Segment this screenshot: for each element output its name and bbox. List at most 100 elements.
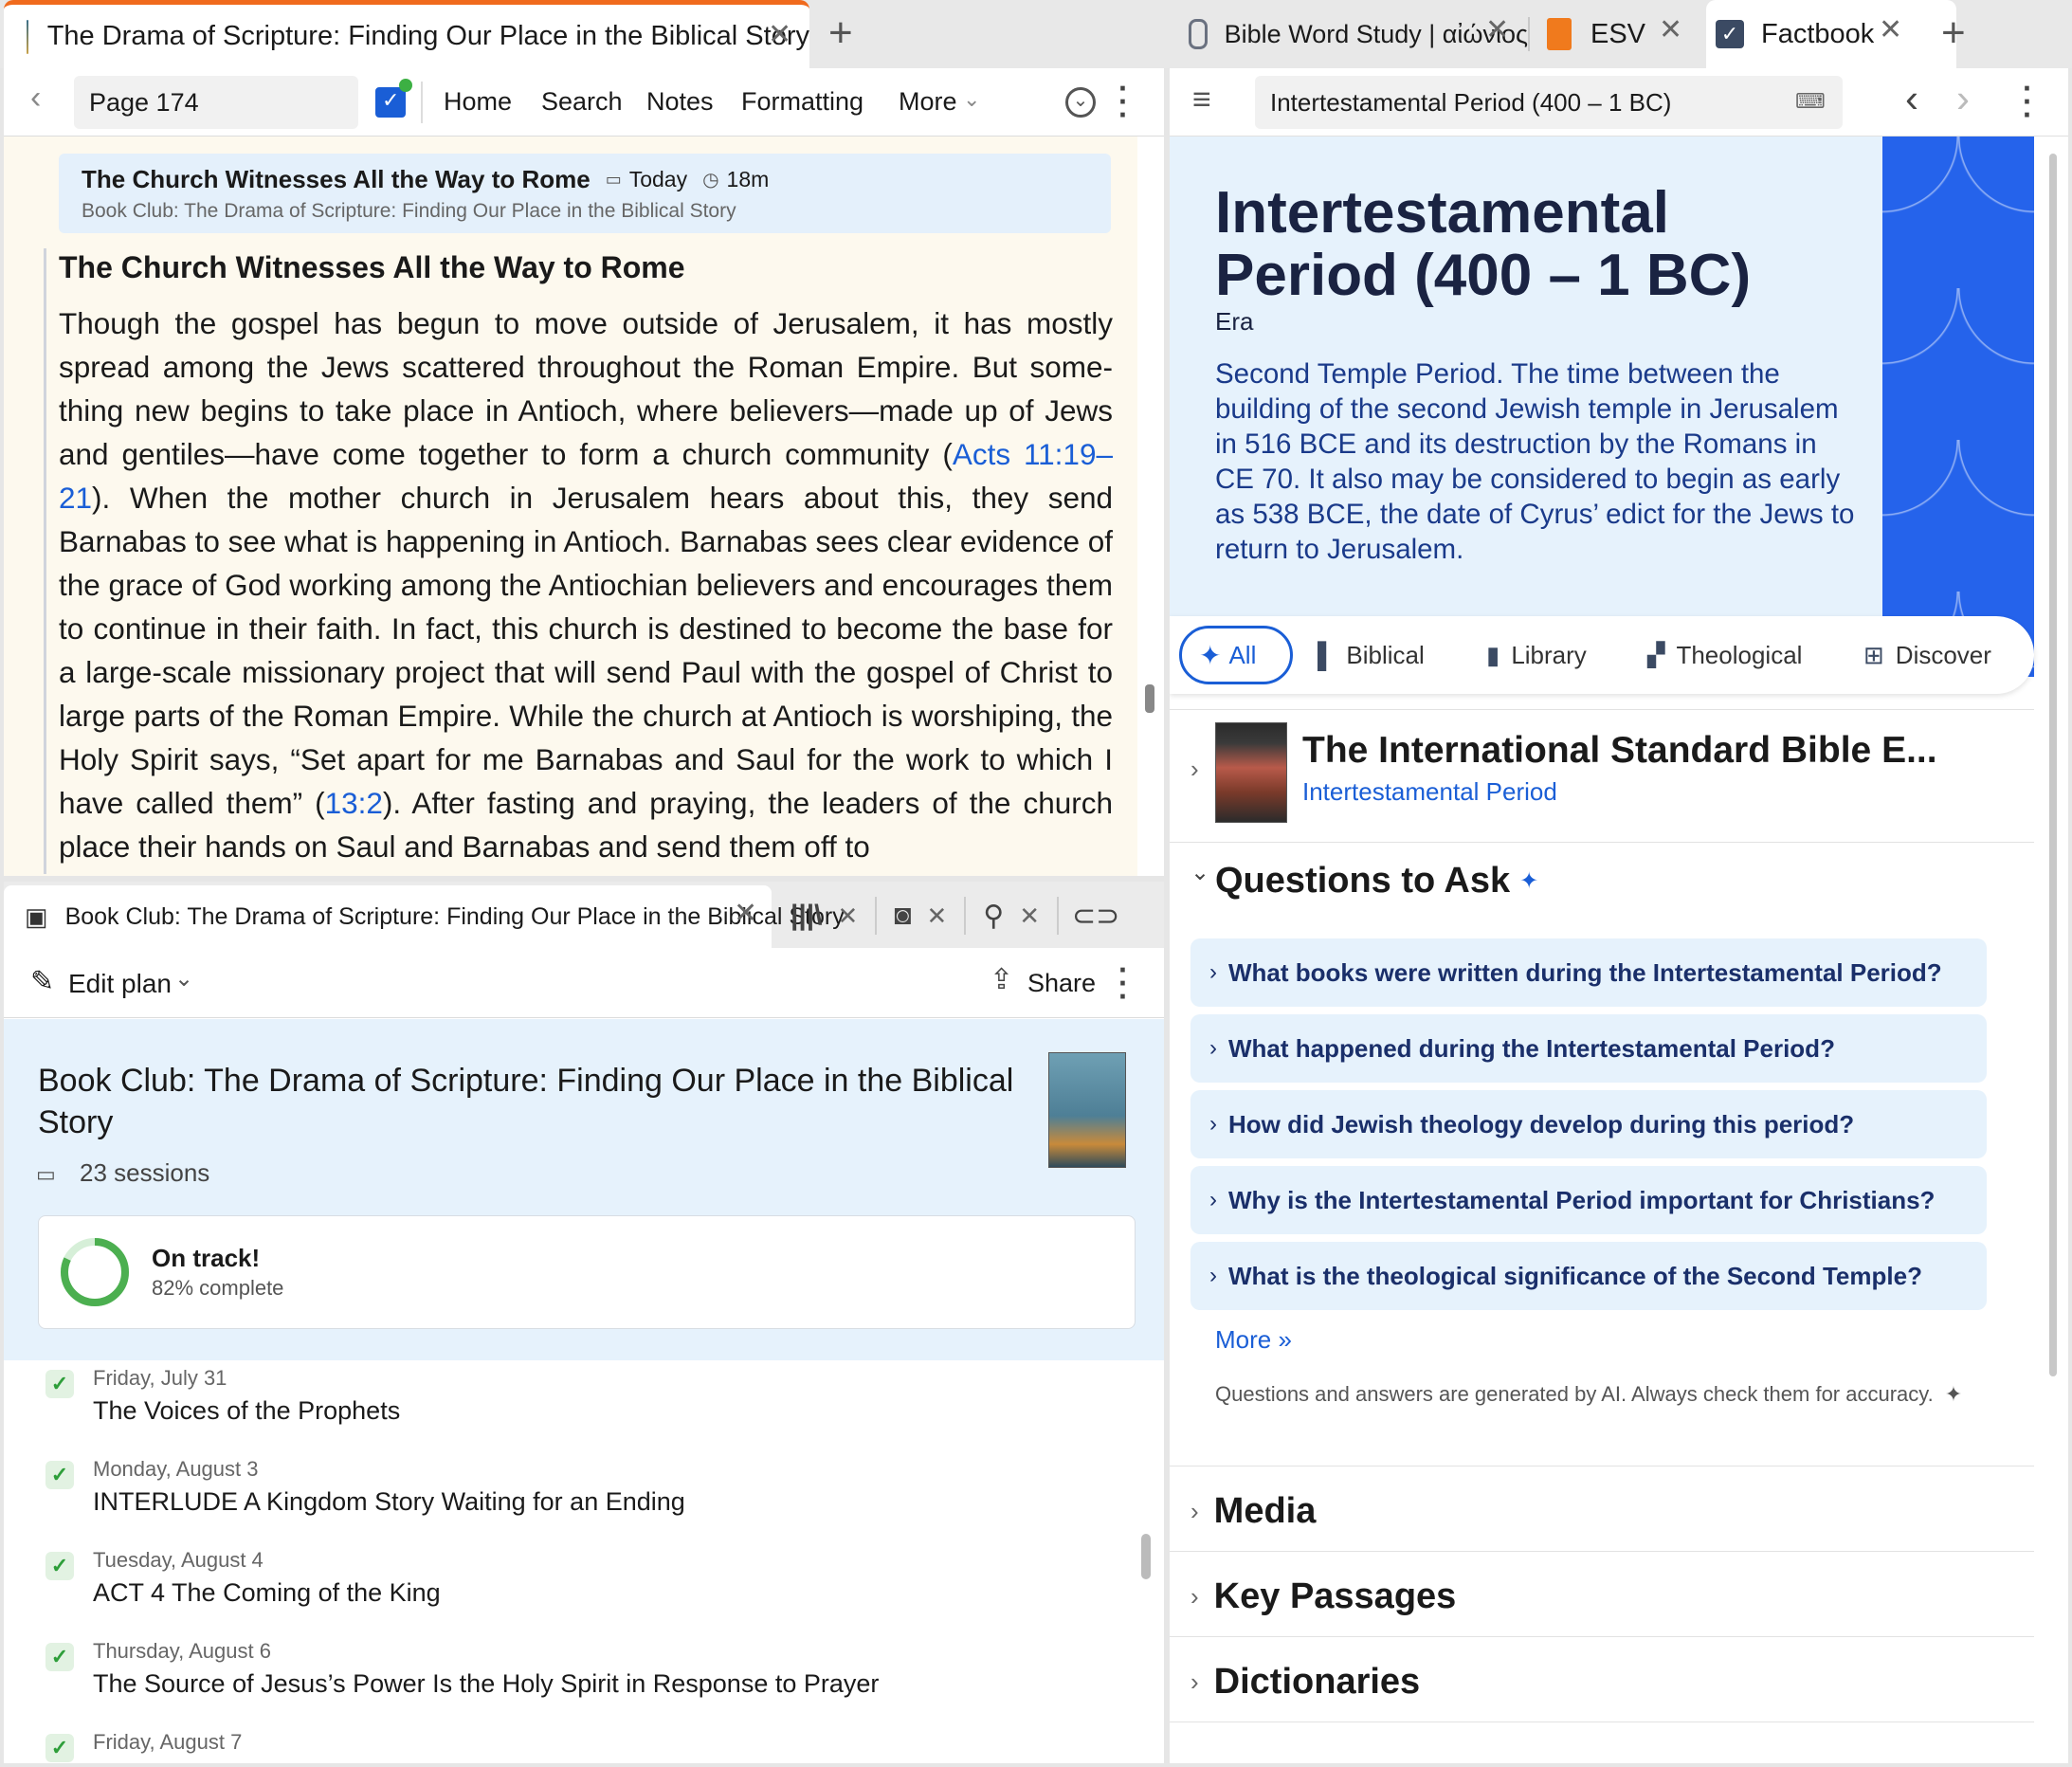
library-icon[interactable]: |||\ [791,900,823,932]
question-item[interactable]: › What is the theological significance o… [1190,1242,1987,1310]
tab-factbook[interactable]: ✓ Factbook ✕ [1706,0,1956,68]
more-link[interactable]: More » [1215,1325,1292,1355]
book-cover-icon [27,19,28,54]
text-margin-line [44,248,46,874]
plan-toolbar: ✎ Edit plan ⌄ ⇪ Share · · · [4,948,1164,1018]
question-item[interactable]: › What happened during the Intertestamen… [1190,1014,1987,1083]
overflow-tabs-icon[interactable]: ⊂⊃ [1072,900,1119,933]
plan-sessions: 23 sessions [80,1158,210,1187]
reader-pane: ‹ Page 174 ✓ Home Search Notes Formattin… [4,68,1164,876]
reader-text: Though the gospel has begun to move outs… [59,301,1113,868]
filter-all[interactable]: ✦ All [1179,626,1293,684]
close-icon[interactable]: ✕ [926,902,947,931]
tab-esv[interactable]: ESV ✕ [1530,0,1700,68]
share-icon: ⇪ [990,964,1014,995]
questions-heading[interactable]: Questions to Ask ✦ [1215,861,1538,902]
word-study-icon [1189,19,1208,49]
checkmark-icon: ✓ [45,1643,74,1671]
scripture-link[interactable]: 13:2 [325,786,383,820]
new-tab-button[interactable]: + [1941,9,1966,57]
hamburger-menu-icon[interactable]: ≡ [1192,82,1211,118]
menu-search[interactable]: Search [541,87,623,117]
back-arrow-icon[interactable]: ‹ [1905,76,1918,121]
keyboard-icon[interactable]: ⌨ [1795,89,1826,114]
tab-drama-of-scripture[interactable]: The Drama of Scripture: Finding Our Plac… [4,0,809,68]
share-button[interactable]: Share [1027,969,1096,998]
menu-notes[interactable]: Notes [646,87,714,117]
question-item[interactable]: › How did Jewish theology develop during… [1190,1090,1987,1158]
close-icon[interactable]: ✕ [838,902,859,931]
back-arrow-icon[interactable]: ‹ [30,80,41,117]
sparkle-icon: ✦ [1519,868,1539,894]
filter-theological[interactable]: ▞ Theological [1647,641,1802,670]
tab-bible-word-study[interactable]: Bible Word Study | αἰώνιος ✕ [1168,0,1528,68]
sparkle-icon: ✦ [1944,1382,1963,1406]
chevron-right-icon: › [1209,1187,1217,1212]
plan-pane: ▣ Book Club: The Drama of Scripture: Fin… [4,882,1164,1763]
sparkle-icon: ✦ [1199,640,1222,670]
sync-status-icon[interactable]: ⌄ [1065,87,1096,118]
chevron-right-icon: › [1209,959,1217,985]
close-icon[interactable]: ✕ [734,897,757,930]
session-date: Friday, July 31 [93,1366,227,1390]
close-icon[interactable]: ✕ [1019,902,1040,931]
new-tab-button[interactable]: + [828,9,853,57]
panel-mini-tabs: |||\ ✕ ◙ ✕ ⚲ ✕ ⊂⊃ [791,895,1119,937]
page-number: Page 174 [89,87,199,117]
session-date: Friday, August 7 [93,1730,243,1754]
reading-card[interactable]: The Church Witnesses All the Way to Rome… [59,154,1111,233]
factbook-search-input[interactable]: Intertestamental Period (400 – 1 BC) ⌨ [1255,76,1843,129]
filter-discover[interactable]: ⊞ Discover [1863,641,1991,670]
section-dictionaries[interactable]: › Dictionaries [1170,1642,2034,1721]
filter-biblical[interactable]: ▌ Biblical [1318,641,1425,670]
image-search-icon[interactable]: ◙ [894,900,911,932]
entry-description: Second Temple Period. The time between t… [1215,358,1855,565]
resource-row[interactable]: › The International Standard Bible E... … [1170,722,2034,827]
question-item[interactable]: › Why is the Intertestamental Period imp… [1190,1166,1987,1234]
close-icon[interactable]: ✕ [1659,13,1682,46]
chevron-down-icon[interactable]: ⌄ [1190,859,1209,886]
session-title: The Source of Jesus’s Power Is the Holy … [93,1669,880,1698]
scrollbar-thumb[interactable] [1141,1534,1151,1579]
menu-more[interactable]: More [899,87,957,117]
menu-formatting[interactable]: Formatting [741,87,863,117]
chevron-down-icon[interactable]: ⌄ [174,965,193,993]
more-options-icon[interactable]: · · · [1118,955,1129,1011]
calendar-icon: ▭ [36,1162,56,1186]
factbook-pane: ≡ Intertestamental Period (400 – 1 BC) ⌨… [1170,68,2068,1763]
plan-title: Book Club: The Drama of Scripture: Findi… [38,1063,1014,1140]
close-icon[interactable]: ✕ [768,18,791,51]
question-item[interactable]: › What books were written during the Int… [1190,938,1987,1007]
checkmark-icon: ✓ [45,1552,74,1580]
section-title: Key Passages [1213,1576,1457,1616]
filter-library[interactable]: ▮ Library [1486,641,1587,670]
edit-plan-button[interactable]: Edit plan [68,969,172,999]
section-title: Media [1213,1490,1317,1531]
section-key-passages[interactable]: › Key Passages [1170,1557,2034,1636]
close-icon[interactable]: ✕ [1485,13,1509,46]
progress-text: 82% complete [152,1276,284,1300]
book-icon: ▮ [1486,641,1500,669]
tab-title: The Drama of Scripture: Finding Our Plac… [46,21,809,51]
more-options-icon[interactable]: · · · [2023,73,2033,130]
search-icon[interactable]: ⚲ [983,900,1004,933]
disclaimer-text: Questions and answers are generated by A… [1215,1382,1934,1406]
checkmark-icon: ✓ [45,1461,74,1489]
close-icon[interactable]: ✕ [1879,13,1902,46]
resource-link[interactable]: Intertestamental Period [1302,777,1557,807]
session-date: Thursday, August 6 [93,1639,271,1663]
menu-home[interactable]: Home [444,87,512,117]
more-options-icon[interactable]: · · · [1118,73,1129,130]
reading-plan-icon[interactable]: ✓ [375,79,412,118]
tab-book-club[interactable]: ▣ Book Club: The Drama of Scripture: Fin… [4,885,845,948]
search-value: Intertestamental Period (400 – 1 BC) [1270,87,1672,117]
section-media[interactable]: › Media [1170,1471,2034,1551]
pane-splitter[interactable] [1164,68,1170,1767]
tab-divider [964,897,967,935]
plan-cover-image [1048,1052,1126,1168]
forward-arrow-icon[interactable]: › [1956,76,1970,121]
scrollbar-thumb[interactable] [2049,154,2057,1376]
page-input[interactable]: Page 174 [74,76,358,129]
scrollbar-thumb[interactable] [1145,684,1154,713]
hierarchy-icon: ▞ [1647,643,1665,668]
